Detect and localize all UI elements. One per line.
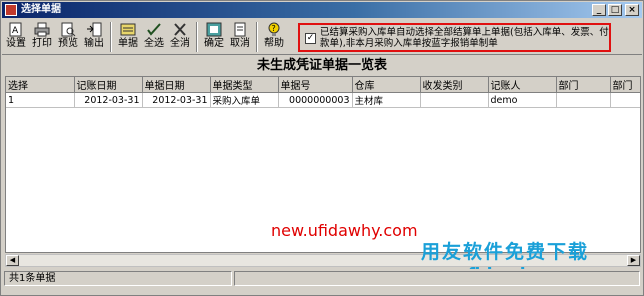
page-title: 未生成凭证单据一览表	[256, 58, 387, 73]
minimize-button[interactable]: _	[592, 4, 606, 16]
column-header[interactable]: 部门	[610, 77, 640, 93]
column-header[interactable]: 收发类别	[420, 77, 489, 93]
column-header[interactable]: 仓库	[352, 77, 421, 93]
document-type-cell: 采购入库单	[210, 92, 279, 108]
status-bar: 共1条单据	[2, 269, 642, 287]
column-header[interactable]: 记账日期	[74, 77, 143, 93]
column-header[interactable]: 单据类型	[210, 77, 279, 93]
maximize-button[interactable]: □	[608, 4, 622, 16]
select-all-icon	[147, 23, 161, 36]
notice-text: 已结算采购入库单自动选择全部结算单上单据(包括入库单、发票、付款单),非本月采购…	[320, 27, 609, 49]
document-button[interactable]: 单据	[116, 21, 140, 53]
deselect-all-button[interactable]: 全消	[168, 21, 192, 53]
scroll-left-icon[interactable]: ◀	[6, 255, 19, 266]
export-button[interactable]: 输出	[82, 21, 106, 53]
scroll-right-icon[interactable]: ▶	[627, 255, 640, 266]
cancel-icon	[234, 22, 246, 37]
department-cell	[610, 92, 640, 108]
export-label: 输出	[84, 38, 104, 49]
column-header[interactable]: 单据日期	[142, 77, 211, 93]
confirm-icon	[206, 22, 222, 37]
department-cell	[556, 92, 611, 108]
watermark-url: new.ufidawhy.com	[271, 221, 418, 240]
preview-button[interactable]: 预览	[56, 21, 80, 53]
cancel-button[interactable]: 取消	[228, 21, 252, 53]
svg-text:A: A	[12, 26, 19, 36]
table-row[interactable]: 1 2012-03-31 2012-03-31 采购入库单 0000000003…	[6, 92, 640, 108]
document-date-cell: 2012-03-31	[142, 92, 211, 108]
preview-icon	[61, 22, 76, 37]
svg-text:?: ?	[272, 24, 276, 33]
document-icon	[120, 23, 136, 36]
settings-icon: A	[9, 22, 22, 37]
poster-cell: demo	[488, 92, 557, 108]
column-header[interactable]: 单据号	[278, 77, 353, 93]
settings-button[interactable]: A 设置	[4, 21, 28, 53]
record-count: 共1条单据	[4, 271, 232, 286]
column-header[interactable]: 选择	[6, 77, 75, 93]
select-document-window: 选择单据 _ □ × A 设置 打印 预览 输出 单据 全选 全消 确定 取消 …	[0, 0, 644, 296]
deselect-all-icon	[174, 23, 186, 36]
confirm-button[interactable]: 确定	[202, 21, 226, 53]
column-header[interactable]: 记账人	[488, 77, 557, 93]
title-bar: 选择单据 _ □ ×	[2, 2, 642, 18]
table-header-row: 选择 记账日期 单据日期 单据类型 单据号 仓库 收发类别 记账人 部门 部门	[6, 77, 640, 93]
column-header[interactable]: 部门	[556, 77, 611, 93]
toolbar: A 设置 打印 预览 输出 单据 全选 全消 确定 取消 ? 帮助 ✓ 已结算采…	[2, 19, 642, 55]
select-cell[interactable]: 1	[6, 92, 75, 108]
auto-select-checkbox[interactable]: ✓	[305, 33, 316, 44]
posting-date-cell: 2012-03-31	[74, 92, 143, 108]
watermark-brand: 用友软件免费下载	[421, 241, 590, 263]
deselect-all-label: 全消	[170, 38, 190, 49]
select-all-button[interactable]: 全选	[142, 21, 166, 53]
warehouse-cell: 主材库	[352, 92, 421, 108]
printer-icon	[34, 22, 50, 37]
cancel-label: 取消	[230, 38, 250, 49]
help-label: 帮助	[264, 38, 284, 49]
close-button[interactable]: ×	[625, 4, 639, 16]
window-title: 选择单据	[21, 4, 61, 15]
export-icon	[87, 22, 102, 37]
help-button[interactable]: ? 帮助	[262, 21, 286, 53]
document-number-cell: 0000000003	[278, 92, 353, 108]
print-button[interactable]: 打印	[30, 21, 54, 53]
status-pane	[234, 271, 640, 286]
help-icon: ?	[268, 22, 280, 36]
settlement-notice: ✓ 已结算采购入库单自动选择全部结算单上单据(包括入库单、发票、付款单),非本月…	[298, 23, 611, 52]
io-category-cell	[420, 92, 489, 108]
app-icon	[5, 4, 17, 16]
